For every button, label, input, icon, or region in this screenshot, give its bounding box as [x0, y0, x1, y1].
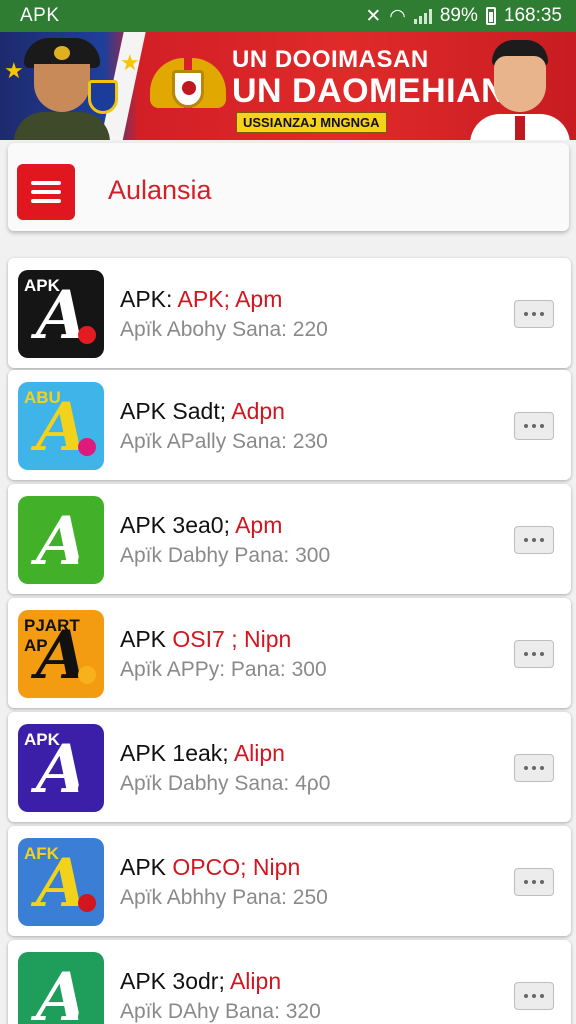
app-icon[interactable]: A [18, 496, 104, 584]
status-app-name: APK [20, 5, 60, 26]
more-options-button[interactable] [514, 300, 554, 328]
mute-icon: ✕ [365, 5, 382, 27]
app-subtitle: Apïk Dabhy Sana: 4ρ0 [120, 772, 331, 795]
app-icon[interactable]: A [18, 952, 104, 1024]
clock: 168:35 [503, 5, 562, 26]
more-dots-icon [524, 766, 528, 770]
more-options-button[interactable] [514, 868, 554, 896]
app-icon-dot [78, 1008, 96, 1024]
app-icon[interactable]: PJART AP A [18, 610, 104, 698]
more-options-button[interactable] [514, 412, 554, 440]
status-icons: ✕ ◠ 89% 168:35 [365, 5, 562, 28]
more-dots-icon [524, 652, 528, 656]
more-dots-icon [524, 424, 528, 428]
app-name-main: APK: [120, 286, 178, 312]
app-name-main: APK 1eak; [120, 740, 234, 766]
app-name-highlight: Alipn [233, 740, 285, 766]
man-illustration [470, 36, 570, 140]
app-icon-dot [78, 326, 96, 344]
banner-line-2: UN DAOMEHIAN [232, 72, 507, 110]
list-item[interactable]: PJART AP A APK OSI7 ; Nipn Apïk APPy: Pana:… [8, 598, 571, 708]
more-dots-icon [524, 538, 528, 542]
more-options-button[interactable] [514, 640, 554, 668]
promo-banner[interactable]: ★ ★ UN DOOIMASAN UN DAOMEHIAN USSIANZAJ … [0, 32, 576, 140]
app-subtitle: Apïk Dabhy Pana: 300 [120, 544, 331, 567]
app-name-highlight: Alipn [229, 968, 282, 994]
page-title: Aulansia [108, 175, 212, 205]
police-badge-icon [88, 80, 118, 114]
app-name-main: APK 3odr; [120, 968, 230, 994]
app-subtitle: Apïk DAhy Bana: 320 [120, 1000, 321, 1023]
app-name-highlight: OSI7 ; Nipn [172, 626, 292, 652]
more-dots-icon [524, 880, 528, 884]
more-options-button[interactable] [514, 754, 554, 782]
app-name-highlight: OPCO; Nipn [172, 854, 301, 880]
app-icon[interactable]: AFK A [18, 838, 104, 926]
list-item[interactable]: APK A APK 1eak; Alipn Apïk Dabhy Sana: 4ρ0 [8, 712, 571, 822]
app-icon-dot [78, 780, 96, 798]
app-icon[interactable]: APK A [18, 724, 104, 812]
list-item[interactable]: AFK A APK OPCO; Nipn Apïk Abhhy Pana: 250 [8, 826, 571, 936]
list-item[interactable]: ABU A APK Sadt; Adpn Apïk APally Sana: 230 [8, 370, 571, 480]
app-icon-dot [78, 894, 96, 912]
wifi-icon: ◠ [389, 5, 406, 27]
star-icon: ★ [120, 50, 140, 75]
signal-icon [413, 8, 432, 24]
app-name-highlight: Adpn [231, 398, 285, 424]
more-options-button[interactable] [514, 982, 554, 1010]
app-name: APK Sadt; Adpn [120, 398, 285, 425]
app-name-highlight: APK; Apm [177, 286, 283, 312]
menu-button[interactable] [17, 164, 75, 220]
app-icon[interactable]: ABU A [18, 382, 104, 470]
app-name: APK 1eak; Alipn [120, 740, 285, 767]
app-icon-dot [78, 666, 96, 684]
app-name: APK OSI7 ; Nipn [120, 626, 291, 653]
banner-tagline: USSIANZAJ MNGNGA [236, 112, 387, 133]
app-icon-dot [78, 438, 96, 456]
garuda-emblem-icon [150, 50, 226, 128]
app-icon[interactable]: APK A [18, 270, 104, 358]
app-name-main: APK [120, 854, 173, 880]
battery-icon [485, 7, 496, 25]
app-name-highlight: Apm [235, 512, 283, 538]
app-subtitle: Apïk APPy: Pana: 300 [120, 658, 327, 681]
more-dots-icon [524, 994, 528, 998]
list-item[interactable]: A APK 3odr; Alipn Apïk DAhy Bana: 320 [8, 940, 571, 1024]
app-name: APK OPCO; Nipn [120, 854, 300, 881]
banner-line-1: UN DOOIMASAN [232, 46, 429, 73]
app-name: APK 3odr; Alipn [120, 968, 281, 995]
more-dots-icon [524, 312, 528, 316]
list-item[interactable]: A APK 3ea0; Apm Apïk Dabhy Pana: 300 [8, 484, 571, 594]
app-name-main: APK Sadt; [120, 398, 232, 424]
app-name: APK: APK; Apm [120, 286, 282, 313]
app-subtitle: Apïk APally Sana: 230 [120, 430, 328, 453]
status-bar: APK ✕ ◠ 89% 168:35 [0, 0, 576, 32]
app-subtitle: Apïk Abohy Sana: 220 [120, 318, 328, 341]
app-name: APK 3ea0; Apm [120, 512, 282, 539]
list-item[interactable]: APK A APK: APK; Apm Apïk Abohy Sana: 220 [8, 258, 571, 368]
app-subtitle: Apïk Abhhy Pana: 250 [120, 886, 328, 909]
app-name-main: APK [120, 626, 173, 652]
app-icon-dot [78, 552, 96, 570]
app-header: Aulansia [8, 143, 569, 231]
app-name-main: APK 3ea0; [120, 512, 236, 538]
battery-percent: 89% [439, 5, 478, 26]
more-options-button[interactable] [514, 526, 554, 554]
hamburger-icon [31, 181, 61, 185]
